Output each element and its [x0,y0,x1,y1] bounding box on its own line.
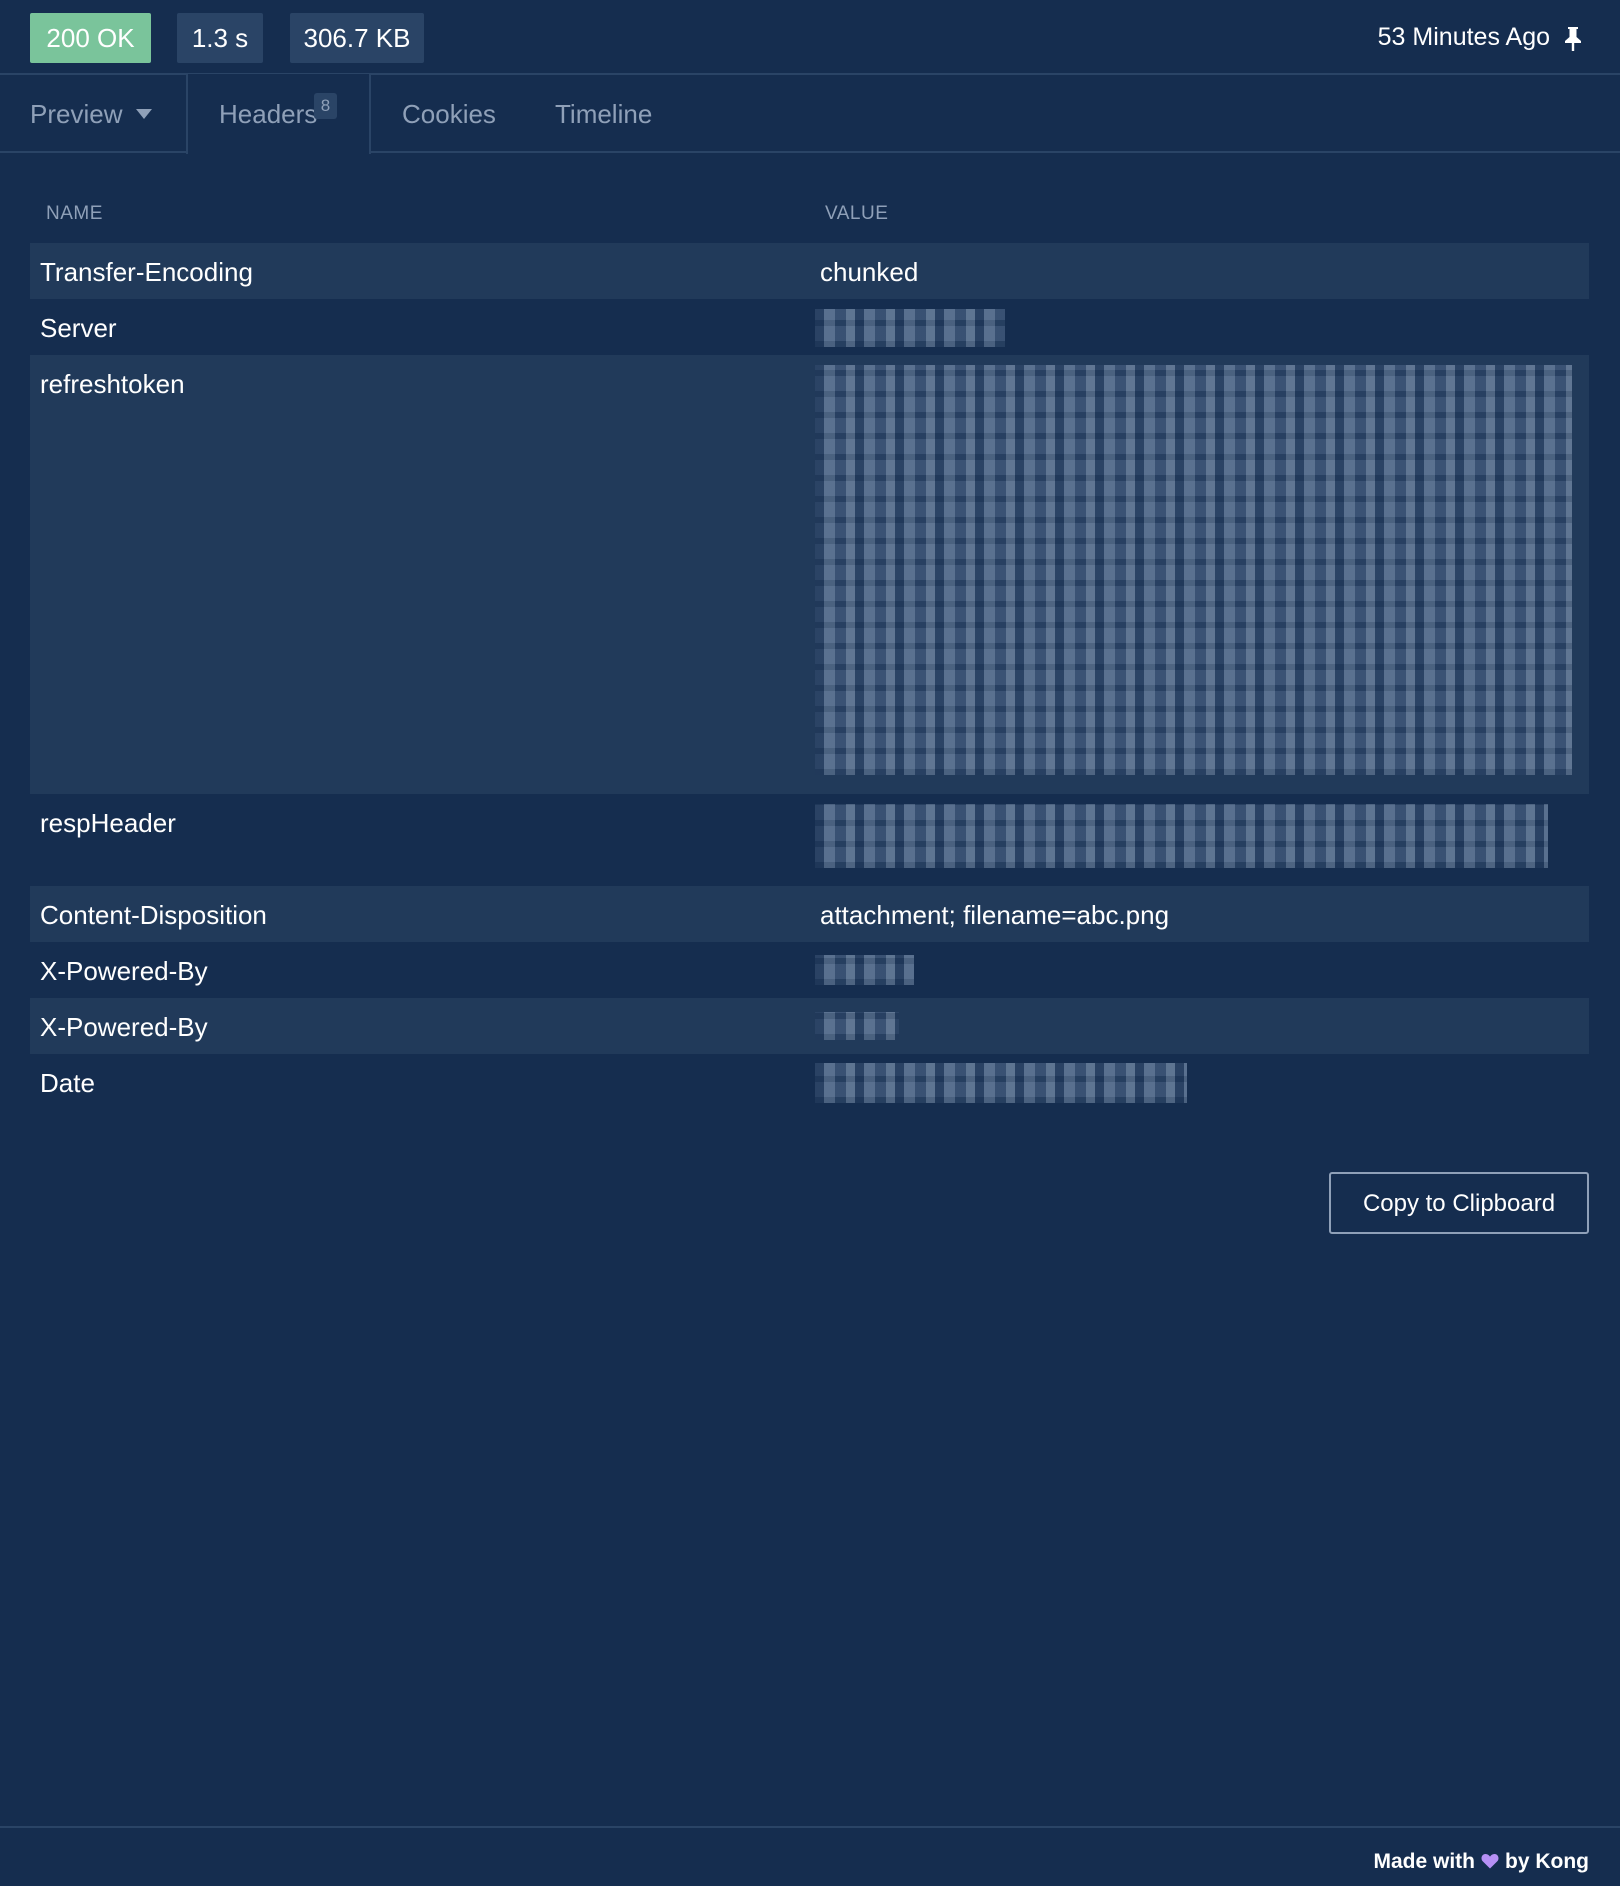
redacted-value [815,804,1548,868]
response-status-bar: 200 OK 1.3 s 306.7 KB 53 Minutes Ago [0,0,1620,75]
redacted-value [815,309,1005,347]
header-name: refreshtoken [40,369,185,399]
column-header-value: VALUE [825,203,889,224]
chevron-down-icon [136,109,153,120]
status-code-badge: 200 OK [30,13,151,63]
header-name: Content-Disposition [40,900,267,930]
footer: Made with by Kong [0,1826,1620,1886]
footer-by-kong: by Kong [1505,1850,1589,1873]
tab-headers[interactable]: Headers [219,75,317,153]
response-size-badge: 306.7 KB [290,13,424,63]
tab-preview-label: Preview [30,99,123,129]
header-name: Server [40,313,117,343]
copy-to-clipboard-button[interactable]: Copy to Clipboard [1329,1172,1589,1234]
header-name: X-Powered-By [40,1012,208,1042]
redacted-value [815,1012,899,1040]
footer-credit: Made with by Kong [1373,1850,1589,1874]
column-header-name: NAME [46,203,103,224]
header-name: X-Powered-By [40,956,208,986]
table-row: respHeader [30,794,1589,886]
table-row: Content-Disposition attachment; filename… [30,886,1589,942]
redacted-value [815,1063,1187,1103]
tab-timeline[interactable]: Timeline [555,75,652,153]
table-row: Transfer-Encoding chunked [30,243,1589,299]
headers-count-badge: 8 [314,93,337,119]
redacted-value [815,365,1572,775]
response-timestamp: 53 Minutes Ago [1377,23,1550,51]
tab-preview[interactable]: Preview [30,75,153,153]
redacted-value [815,955,914,985]
table-row: Server [30,299,1589,355]
response-time-badge: 1.3 s [177,13,263,63]
header-name: respHeader [40,808,176,838]
table-row: Date [30,1054,1589,1110]
header-name: Date [40,1068,95,1098]
header-value: chunked [820,257,919,287]
tab-cookies[interactable]: Cookies [402,75,496,153]
response-tabs: Preview Headers 8 Cookies Timeline [0,74,1620,154]
footer-made-with: Made with [1373,1850,1475,1873]
table-row: X-Powered-By [30,998,1589,1054]
table-row: X-Powered-By [30,942,1589,998]
pin-icon[interactable] [1562,26,1584,52]
table-row: refreshtoken [30,355,1589,794]
heart-icon [1481,1853,1499,1869]
header-name: Transfer-Encoding [40,257,253,287]
header-value: attachment; filename=abc.png [820,900,1170,930]
